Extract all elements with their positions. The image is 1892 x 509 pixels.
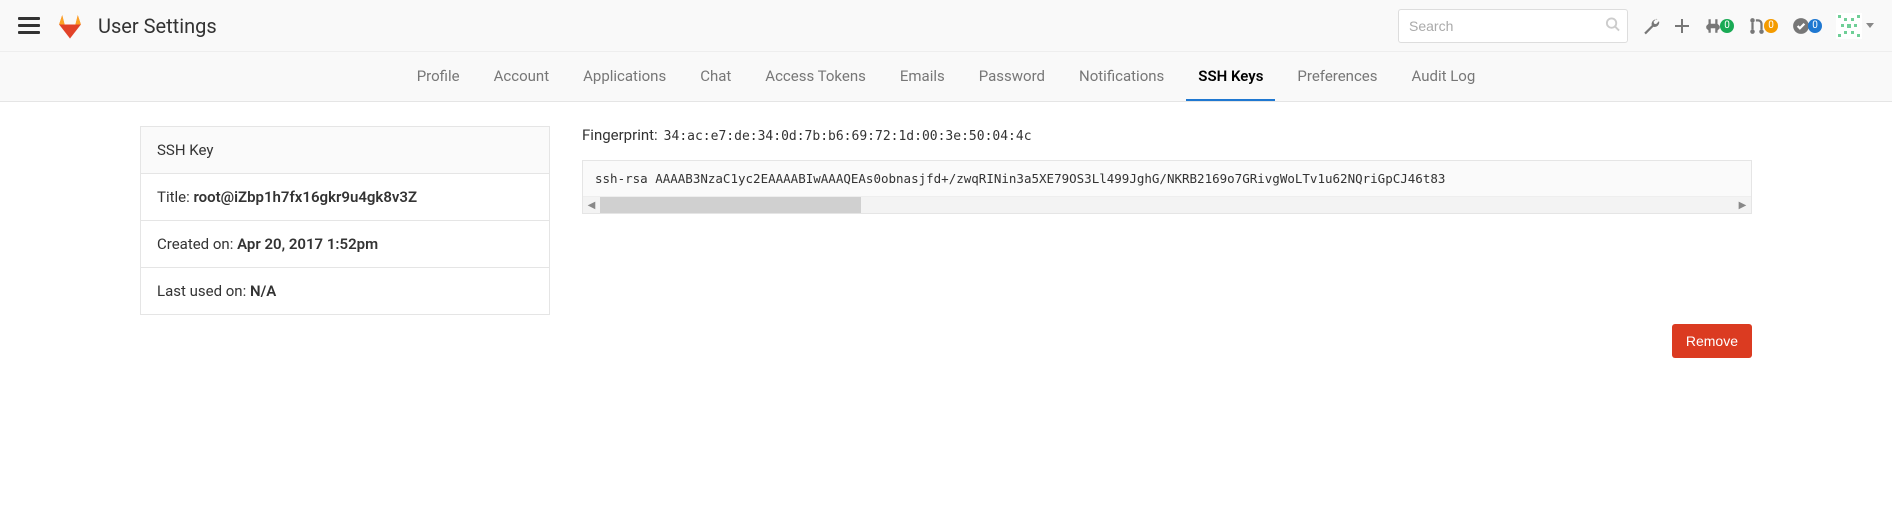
hamburger-menu-icon[interactable] xyxy=(18,15,40,37)
key-created-value: Apr 20, 2017 1:52pm xyxy=(237,235,378,253)
key-lastused-row: Last used on: N/A xyxy=(141,267,549,314)
tab-preferences[interactable]: Preferences xyxy=(1285,52,1389,101)
key-created-row: Created on: Apr 20, 2017 1:52pm xyxy=(141,220,549,267)
tab-audit-log[interactable]: Audit Log xyxy=(1400,52,1488,101)
tab-emails[interactable]: Emails xyxy=(888,52,957,101)
chevron-down-icon xyxy=(1866,23,1874,28)
tab-notifications[interactable]: Notifications xyxy=(1067,52,1176,101)
key-title-value: root@iZbp1h7fx16gkr9u4gk8v3Z xyxy=(193,188,417,206)
content: SSH Key Title: root@iZbp1h7fx16gkr9u4gk8… xyxy=(0,102,1892,398)
merge-requests-badge: 0 xyxy=(1764,19,1778,33)
scroll-right-icon[interactable]: ▶ xyxy=(1734,197,1751,214)
key-title-row: Title: root@iZbp1h7fx16gkr9u4gk8v3Z xyxy=(141,173,549,220)
tab-applications[interactable]: Applications xyxy=(571,52,678,101)
tab-chat[interactable]: Chat xyxy=(688,52,743,101)
scroll-thumb[interactable] xyxy=(600,197,861,213)
search-icon xyxy=(1605,16,1620,35)
page-title: User Settings xyxy=(98,14,217,38)
key-lastused-value: N/A xyxy=(250,282,276,300)
key-created-label: Created on: xyxy=(157,235,237,253)
fingerprint-line: Fingerprint: 34:ac:e7:de:34:0d:7b:b6:69:… xyxy=(582,126,1752,144)
new-plus-icon[interactable] xyxy=(1674,18,1690,34)
fingerprint-label: Fingerprint: xyxy=(582,126,658,144)
key-title-label: Title: xyxy=(157,188,193,206)
horizontal-scrollbar[interactable]: ◀ ▶ xyxy=(583,196,1751,213)
topbar-right: 0 0 0 xyxy=(1398,9,1874,43)
search-box xyxy=(1398,9,1628,43)
issues-icon[interactable]: 0 xyxy=(1704,17,1734,35)
tab-access-tokens[interactable]: Access Tokens xyxy=(753,52,878,101)
search-input[interactable] xyxy=(1398,9,1628,43)
todos-badge: 0 xyxy=(1808,19,1822,33)
scroll-track[interactable] xyxy=(600,197,1734,213)
settings-tabs: Profile Account Applications Chat Access… xyxy=(0,52,1892,102)
tab-account[interactable]: Account xyxy=(482,52,562,101)
admin-wrench-icon[interactable] xyxy=(1642,17,1660,35)
tab-password[interactable]: Password xyxy=(967,52,1057,101)
fingerprint-value: 34:ac:e7:de:34:0d:7b:b6:69:72:1d:00:3e:5… xyxy=(664,129,1032,144)
todos-icon[interactable]: 0 xyxy=(1792,17,1822,35)
main-area: Fingerprint: 34:ac:e7:de:34:0d:7b:b6:69:… xyxy=(582,126,1752,358)
ssh-key-panel: SSH Key Title: root@iZbp1h7fx16gkr9u4gk8… xyxy=(140,126,550,315)
panel-title: SSH Key xyxy=(141,127,549,173)
key-block: ssh-rsa AAAAB3NzaC1yc2EAAAABIwAAAQEAs0ob… xyxy=(582,160,1752,214)
remove-button[interactable]: Remove xyxy=(1672,324,1752,358)
tab-ssh-keys[interactable]: SSH Keys xyxy=(1186,52,1275,101)
tab-profile[interactable]: Profile xyxy=(405,52,472,101)
user-menu[interactable] xyxy=(1836,13,1874,39)
merge-requests-icon[interactable]: 0 xyxy=(1748,17,1778,35)
gitlab-logo-icon[interactable] xyxy=(56,12,84,40)
topbar: User Settings 0 0 0 xyxy=(0,0,1892,52)
key-lastused-label: Last used on: xyxy=(157,282,250,300)
remove-row: Remove xyxy=(582,324,1752,358)
scroll-left-icon[interactable]: ◀ xyxy=(583,197,600,214)
ssh-key-text: ssh-rsa AAAAB3NzaC1yc2EAAAABIwAAAQEAs0ob… xyxy=(583,161,1751,196)
issues-badge: 0 xyxy=(1720,19,1734,33)
avatar xyxy=(1836,13,1862,39)
